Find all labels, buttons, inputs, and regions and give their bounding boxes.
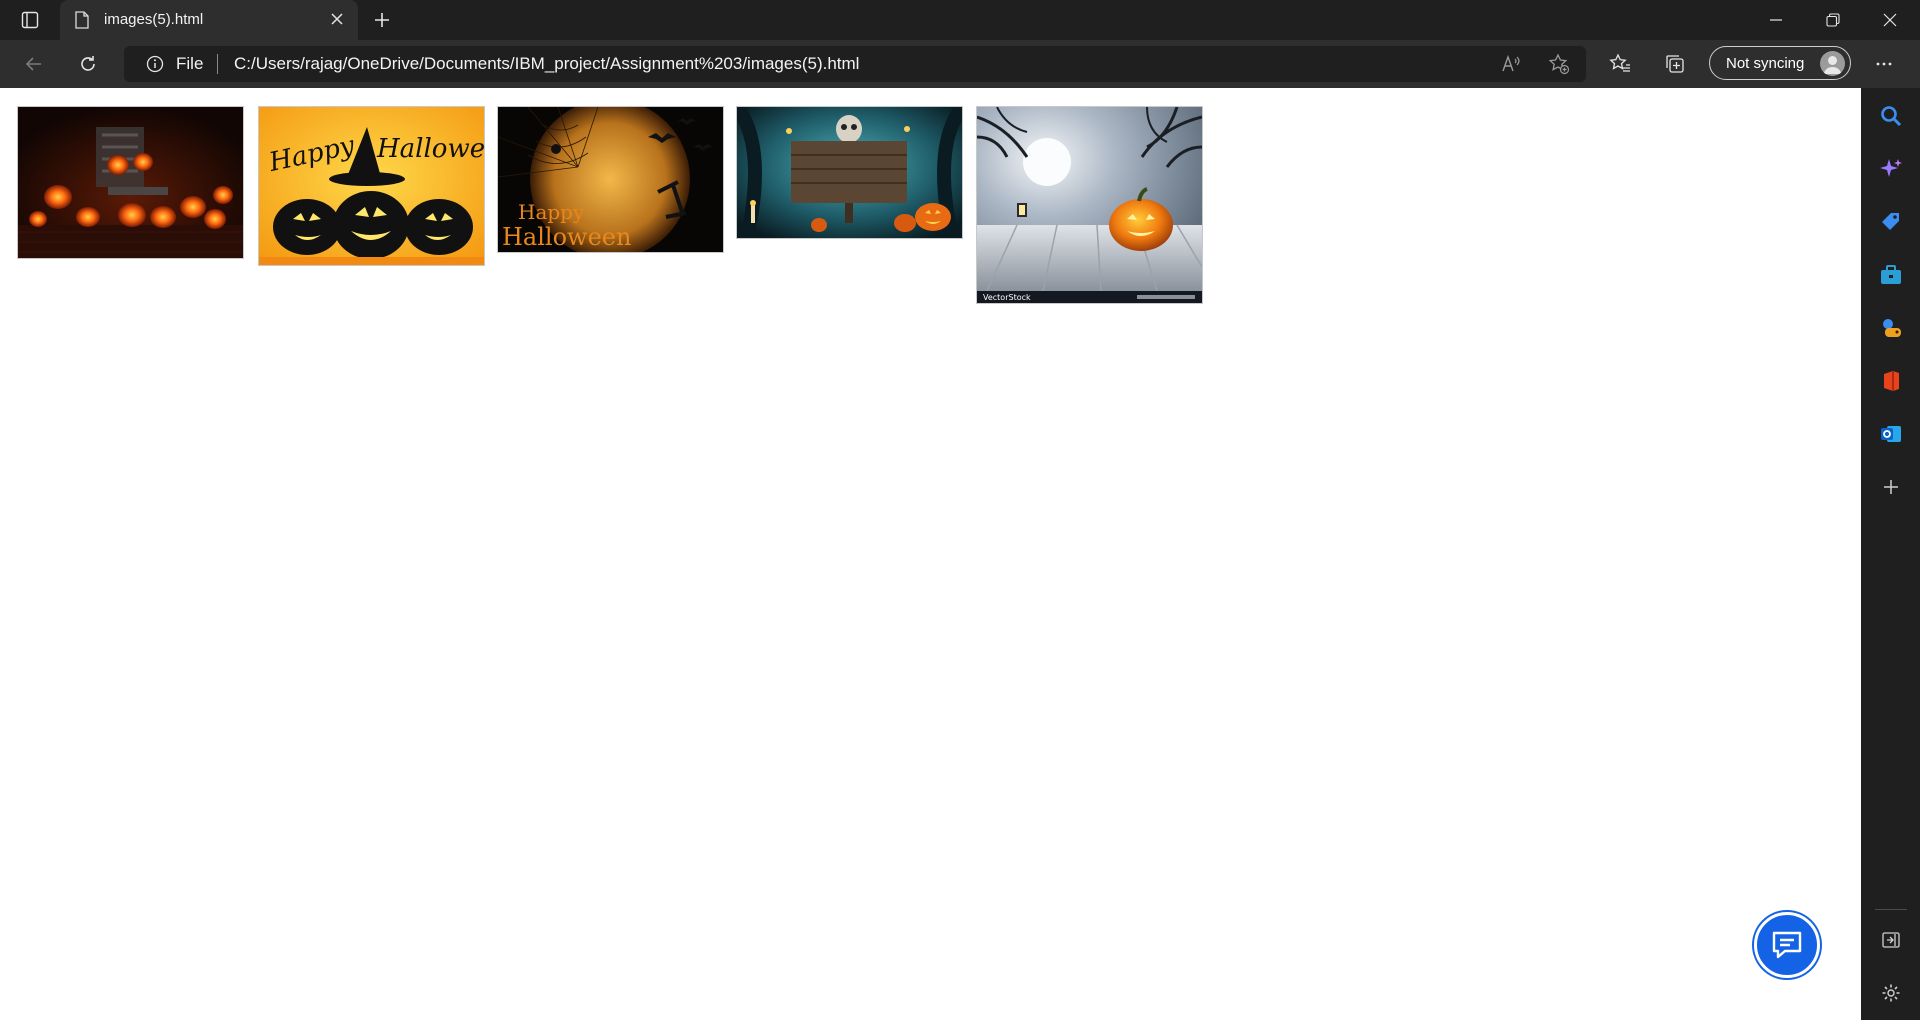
add-icon	[1884, 480, 1898, 494]
collections-icon	[1666, 55, 1684, 73]
shopping-icon	[1882, 213, 1899, 230]
tab-actions-button[interactable]	[8, 4, 52, 36]
close-tab-icon[interactable]	[328, 10, 346, 28]
sidebar-settings-button[interactable]	[1877, 979, 1905, 1007]
games-icon	[1883, 319, 1901, 337]
address-url[interactable]: C:/Users/rajag/OneDrive/Documents/IBM_pr…	[234, 54, 859, 74]
add-favorite-button[interactable]	[1547, 52, 1571, 76]
file-icon	[75, 11, 89, 29]
hide-sidebar-icon	[1882, 932, 1900, 948]
tab-actions-icon	[21, 11, 39, 29]
sidebar-divider	[1875, 909, 1907, 910]
favorites-button[interactable]	[1604, 48, 1636, 80]
avatar	[1820, 51, 1845, 76]
office-icon	[1884, 371, 1899, 391]
halloween-image-3: Happy Halloween	[497, 106, 724, 253]
plus-icon	[375, 13, 389, 27]
new-tab-button[interactable]	[368, 6, 396, 34]
outlook-icon	[1881, 426, 1901, 442]
page-content: Happy Halloween	[0, 88, 1861, 1020]
info-icon[interactable]	[146, 55, 164, 73]
restore-icon	[1826, 13, 1840, 27]
tab-title: images(5).html	[104, 11, 204, 28]
address-separator	[217, 54, 218, 74]
refresh-button[interactable]	[72, 48, 104, 80]
refresh-icon	[81, 56, 95, 71]
feedback-button[interactable]	[1754, 912, 1820, 978]
profile-sync-button[interactable]: Not syncing	[1709, 46, 1851, 80]
settings-icon	[1882, 984, 1900, 1002]
sidebar-copilot-button[interactable]	[1877, 155, 1905, 183]
restore-button[interactable]	[1805, 0, 1861, 40]
sidebar-add-button[interactable]	[1877, 473, 1905, 501]
sidebar-tools-button[interactable]	[1877, 261, 1905, 289]
halloween-image-5: VectorStock	[976, 106, 1203, 304]
tools-icon	[1881, 265, 1901, 284]
read-aloud-button[interactable]	[1500, 52, 1524, 76]
tab-strip: images(5).html	[0, 0, 1920, 40]
tab-active[interactable]: images(5).html	[60, 0, 358, 40]
svg-text:Halloween: Halloween	[376, 134, 484, 164]
sidebar-search-button[interactable]	[1877, 102, 1905, 130]
back-arrow-icon	[25, 57, 41, 71]
collections-button[interactable]	[1659, 48, 1691, 80]
sidebar-shopping-button[interactable]	[1877, 208, 1905, 236]
address-bar[interactable]: File C:/Users/rajag/OneDrive/Documents/I…	[124, 46, 1586, 82]
close-icon	[1883, 13, 1897, 27]
more-horizontal-icon	[1876, 62, 1892, 66]
svg-text:Happy: Happy	[518, 200, 585, 224]
back-button[interactable]	[18, 48, 50, 80]
navigation-toolbar: File C:/Users/rajag/OneDrive/Documents/I…	[0, 40, 1920, 88]
minimize-button[interactable]	[1748, 0, 1804, 40]
close-window-button[interactable]	[1862, 0, 1918, 40]
sidebar-hide-button[interactable]	[1877, 926, 1905, 954]
sidebar-outlook-button[interactable]	[1877, 420, 1905, 448]
svg-text:Halloween: Halloween	[502, 223, 631, 251]
read-aloud-icon	[1502, 54, 1520, 72]
halloween-image-4	[736, 106, 963, 239]
favorites-icon	[1609, 53, 1630, 72]
settings-and-more-button[interactable]	[1868, 48, 1900, 80]
user-icon	[1823, 56, 1842, 74]
minimize-icon	[1770, 19, 1782, 21]
star-add-icon	[1548, 53, 1570, 75]
chat-feedback-icon	[1772, 931, 1802, 959]
sidebar-office-button[interactable]	[1877, 367, 1905, 395]
copilot-icon	[1880, 159, 1902, 177]
halloween-image-1	[17, 106, 244, 259]
address-scheme: File	[176, 54, 204, 73]
sync-status-label: Not syncing	[1726, 55, 1805, 72]
sidebar-games-button[interactable]	[1877, 314, 1905, 342]
search-icon	[1881, 106, 1902, 127]
halloween-image-2: Happy Halloween	[258, 106, 485, 266]
edge-sidebar	[1861, 88, 1920, 1020]
vectorstock-watermark: VectorStock	[983, 293, 1031, 302]
